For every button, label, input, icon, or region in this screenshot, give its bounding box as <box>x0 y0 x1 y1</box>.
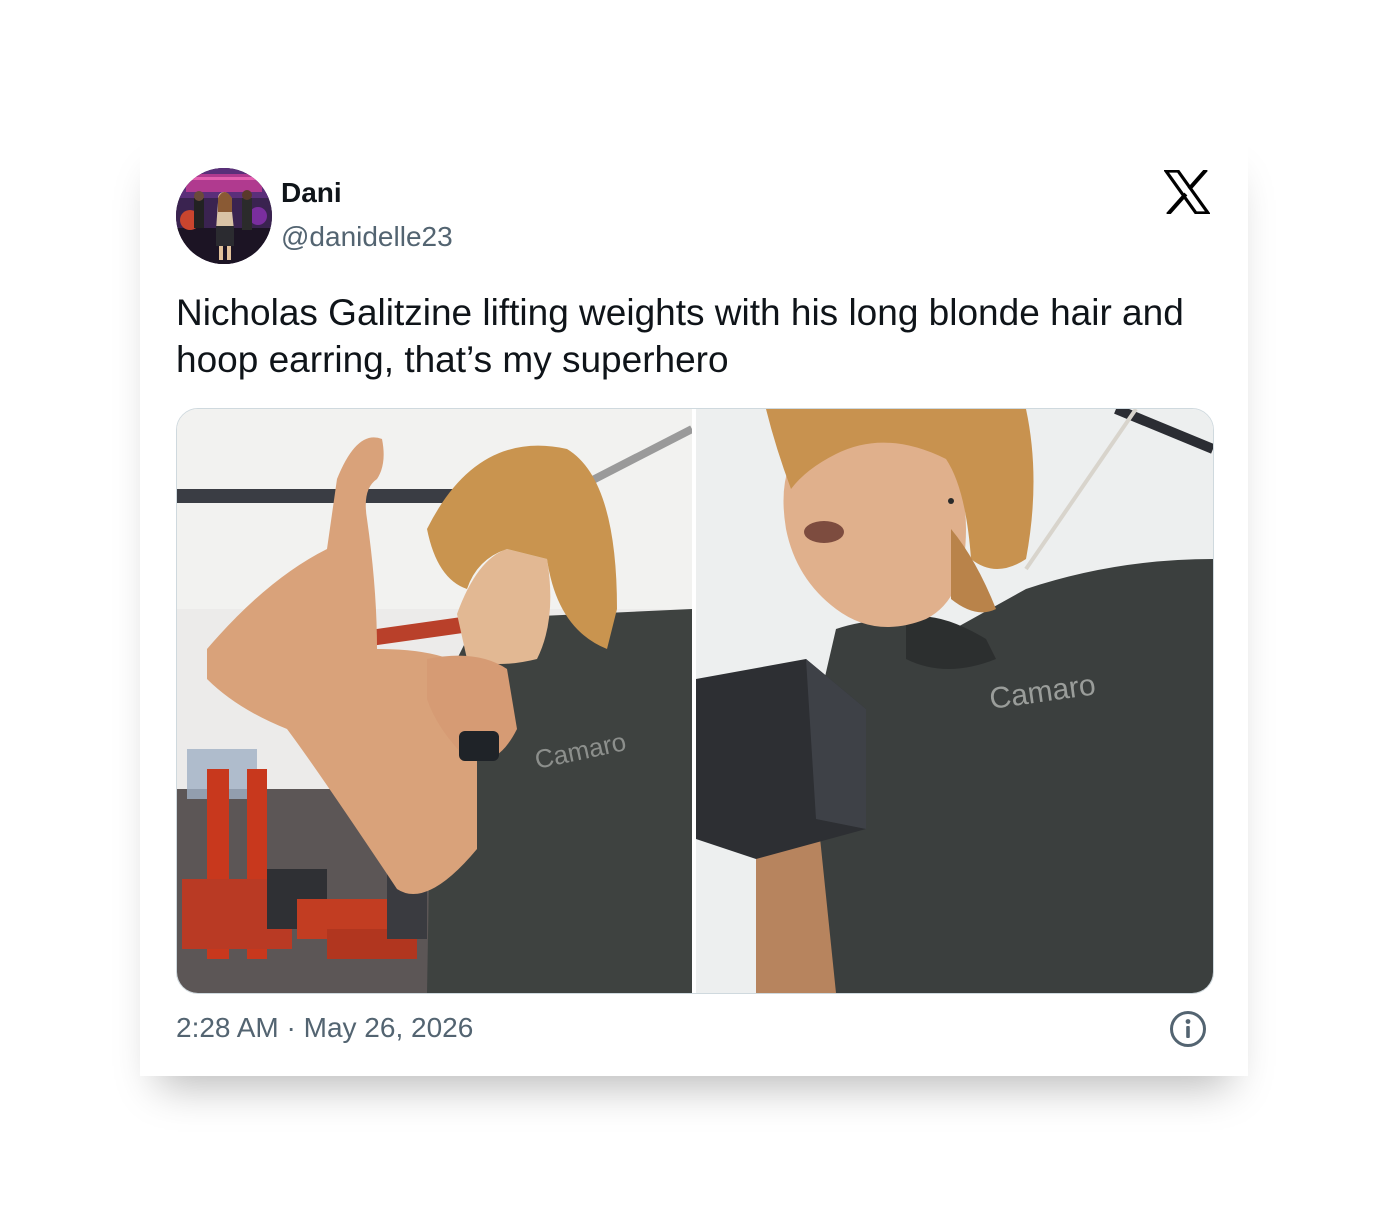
photo-flexing-bicep-icon: Camaro <box>177 409 692 993</box>
avatar-photo-icon <box>176 168 272 264</box>
media-photo-1[interactable]: Camaro <box>177 409 692 993</box>
tweet-text: Nicholas Galitzine lifting weights with … <box>176 292 1184 380</box>
timestamp-separator: · <box>278 1012 304 1043</box>
tweet-time: 2:28 AM <box>176 1012 279 1043</box>
info-icon[interactable] <box>1169 1010 1207 1048</box>
author-avatar[interactable] <box>176 168 272 264</box>
author-handle[interactable]: @danidelle23 <box>281 220 453 254</box>
tweet-date: May 26, 2026 <box>303 1012 474 1043</box>
media-photo-2[interactable]: Camaro <box>696 409 1213 993</box>
x-logo-icon[interactable] <box>1164 170 1210 214</box>
tweet-timestamp[interactable]: 2:28 AM · May 26, 2026 <box>176 1011 473 1045</box>
author-display-name[interactable]: Dani <box>281 176 342 210</box>
tweet-media-grid[interactable]: Camaro Camaro <box>176 408 1214 994</box>
photo-dumbbell-curl-icon: Camaro <box>696 409 1213 993</box>
